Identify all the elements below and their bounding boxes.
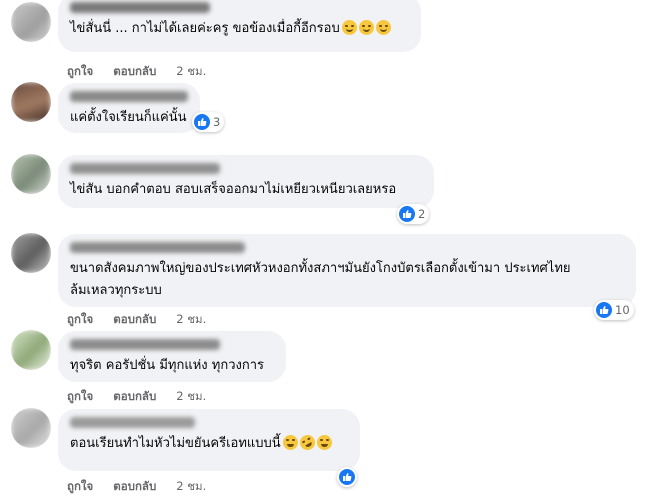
like-button[interactable]: ถูกใจ — [67, 63, 93, 81]
commenter-name[interactable] — [70, 417, 195, 428]
commenter-name[interactable] — [70, 339, 220, 350]
avatar[interactable] — [11, 233, 51, 273]
like-button[interactable]: ถูกใจ — [67, 478, 93, 496]
reply-button[interactable]: ตอบกลับ — [113, 63, 156, 81]
relieved-face-emoji — [375, 20, 391, 35]
comment-text: ไข่สัน บอกคำตอบ สอบเสร็จออกมาไม่เหยียวเห… — [70, 182, 397, 197]
timestamp[interactable]: 2 ชม. — [176, 388, 206, 406]
timestamp[interactable]: 2 ชม. — [176, 63, 206, 81]
comment-bubble: ตอนเรียนทำไมหัวไม่ขยันครีเอทแบบนี้ — [58, 409, 360, 471]
avatar[interactable] — [11, 82, 51, 122]
avatar[interactable] — [11, 2, 51, 42]
reaction-icon-only[interactable] — [337, 467, 357, 487]
comment-bubble: ขนาดสังคมภาพใหญ่ของประเทศหัวหงอกทั้งสภาฯ… — [58, 234, 636, 307]
avatar[interactable] — [11, 330, 51, 370]
like-button[interactable]: ถูกใจ — [67, 388, 93, 406]
like-reaction-icon — [399, 206, 415, 222]
reply-button[interactable]: ตอบกลับ — [113, 311, 156, 329]
comment-bubble: ไข่สัน บอกคำตอบ สอบเสร็จออกมาไม่เหยียวเห… — [58, 155, 434, 208]
comment-bubble: ทุจริต คอรัปชั่น มีทุกแห่ง ทุกวงการ — [58, 331, 286, 382]
avatar[interactable] — [11, 408, 51, 448]
reaction-count[interactable]: 10 — [594, 300, 634, 320]
like-reaction-icon — [596, 302, 612, 318]
commenter-name[interactable] — [70, 163, 220, 174]
commenter-name[interactable] — [70, 242, 245, 253]
timestamp[interactable]: 2 ชม. — [176, 311, 206, 329]
relieved-face-emoji — [341, 20, 357, 35]
timestamp[interactable]: 2 ชม. — [176, 478, 206, 496]
reaction-count[interactable]: 3 — [192, 112, 225, 132]
comment-actions: ถูกใจ ตอบกลับ 2 ชม. — [67, 478, 226, 496]
like-reaction-icon — [194, 114, 210, 130]
avatar[interactable] — [11, 154, 51, 194]
comment-text: ไข่สั่นนี่ ... กาไม่ได้เลยค่ะครู ขอข้องเ… — [70, 21, 340, 36]
comment-bubble: แค่ตั้งใจเรียนก็แค่นั้น — [58, 83, 200, 133]
rofl-emoji — [296, 432, 318, 453]
comment-text: แค่ตั้งใจเรียนก็แค่นั้น — [70, 110, 187, 125]
like-reaction-icon — [339, 469, 355, 485]
comment-actions: ถูกใจ ตอบกลับ 2 ชม. — [67, 63, 226, 81]
comment-text: ตอนเรียนทำไมหัวไม่ขยันครีเอทแบบนี้ — [70, 436, 281, 451]
reaction-count[interactable]: 2 — [397, 204, 430, 224]
laughing-emoji — [282, 435, 298, 450]
comment-text: ทุจริต คอรัปชั่น มีทุกแห่ง ทุกวงการ — [70, 358, 265, 373]
commenter-name[interactable] — [70, 2, 210, 13]
reply-button[interactable]: ตอบกลับ — [113, 388, 156, 406]
commenter-name[interactable] — [70, 91, 188, 102]
laughing-emoji — [316, 435, 332, 450]
comment-bubble: ไข่สั่นนี่ ... กาไม่ได้เลยค่ะครู ขอข้องเ… — [58, 0, 421, 52]
comment-actions: ถูกใจ ตอบกลับ 2 ชม. — [67, 388, 226, 406]
comment-text: ขนาดสังคมภาพใหญ่ของประเทศหัวหงอกทั้งสภาฯ… — [70, 261, 571, 298]
comment-actions: ถูกใจ ตอบกลับ 2 ชม. — [67, 311, 226, 329]
like-button[interactable]: ถูกใจ — [67, 311, 93, 329]
relieved-face-emoji — [358, 20, 374, 35]
reply-button[interactable]: ตอบกลับ — [113, 478, 156, 496]
